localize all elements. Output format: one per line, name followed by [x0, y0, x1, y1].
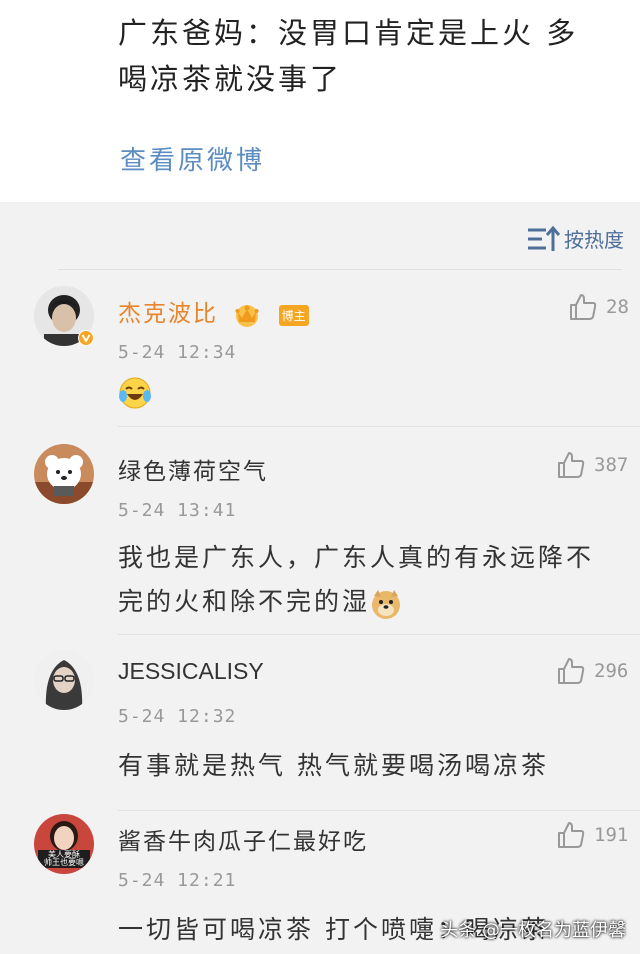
divider [58, 269, 622, 270]
divider [118, 634, 640, 635]
post-text-line: 喝凉茶就没事了 [118, 62, 343, 96]
comment-body [118, 376, 152, 414]
like-count: 387 [594, 454, 629, 476]
comment-text-line: 我也是广东人，广东人真的有永远降不 [118, 543, 595, 572]
comment-item: JESSICALISY 5-24 12:32 有事就是热气 热气就要喝汤喝凉茶 … [0, 650, 640, 811]
avatar-caption: 美人要酥 帅王也要嗯 [44, 850, 84, 867]
avatar[interactable]: 美人要酥 帅王也要嗯 [34, 814, 94, 874]
comment-item: 杰克波比 博主 5-24 12:34 28 [0, 286, 640, 427]
comments-section: 按热度 杰克波比 博主 5-24 12:34 28 绿色薄荷空气 5-24 13… [0, 202, 640, 954]
like-button[interactable]: 387 [556, 450, 640, 480]
like-count: 28 [606, 296, 629, 318]
thumbs-up-icon [570, 294, 597, 320]
comment-time: 5-24 12:21 [118, 870, 237, 891]
username-text: 杰克波比 [118, 301, 218, 327]
comment-text: 完的火和除不完的湿 [118, 587, 371, 616]
laugh-cry-emoji [119, 377, 151, 409]
divider [118, 810, 640, 811]
verified-icon [78, 330, 94, 346]
comment-time: 5-24 12:34 [118, 342, 237, 363]
post-text-line: 广东爸妈：没胃口肯定是上火 多 [118, 16, 579, 50]
doge-emoji [372, 589, 401, 619]
crown-icon [235, 305, 259, 327]
post-content: 广东爸妈：没胃口肯定是上火 多 喝凉茶就没事了 查看原微博 [0, 0, 640, 202]
like-count: 296 [594, 660, 629, 682]
like-button[interactable]: 296 [556, 656, 640, 686]
comment-username[interactable]: JESSICALISY [118, 658, 264, 685]
divider [118, 426, 640, 427]
view-original-link[interactable]: 查看原微博 [120, 140, 265, 177]
comment-time: 5-24 13:41 [118, 500, 237, 521]
comment-username[interactable]: 酱香牛肉瓜子仁最好吃 [118, 822, 368, 856]
host-badge: 博主 [278, 304, 309, 326]
post-text: 广东爸妈：没胃口肯定是上火 多 喝凉茶就没事了 [118, 10, 628, 102]
comment-username[interactable]: 杰克波比 博主 [118, 294, 309, 328]
thumbs-up-icon [558, 822, 585, 848]
sort-icon [528, 225, 560, 251]
avatar-image [34, 650, 94, 710]
thumbs-up-icon [558, 658, 585, 684]
sort-label: 按热度 [564, 228, 624, 252]
comment-time: 5-24 12:32 [118, 706, 237, 727]
watermark: 头条 @一枚名为蓝伊馨 [440, 920, 626, 941]
avatar[interactable] [34, 444, 94, 504]
sort-by-hot-button[interactable]: 按热度 [526, 224, 624, 253]
comment-body: 有事就是热气 热气就要喝汤喝凉茶 [118, 751, 549, 780]
like-button[interactable]: 191 [556, 820, 640, 850]
avatar-image [34, 444, 94, 504]
comment-body: 我也是广东人，广东人真的有永远降不 完的火和除不完的湿 [118, 536, 638, 624]
comment-item: 绿色薄荷空气 5-24 13:41 我也是广东人，广东人真的有永远降不 完的火和… [0, 444, 640, 635]
avatar[interactable] [34, 650, 94, 710]
comment-username[interactable]: 绿色薄荷空气 [118, 452, 268, 486]
like-button[interactable]: 28 [568, 292, 640, 322]
thumbs-up-icon [558, 452, 585, 478]
comment-text-line: 完的火和除不完的湿 [118, 580, 638, 624]
like-count: 191 [594, 824, 629, 846]
